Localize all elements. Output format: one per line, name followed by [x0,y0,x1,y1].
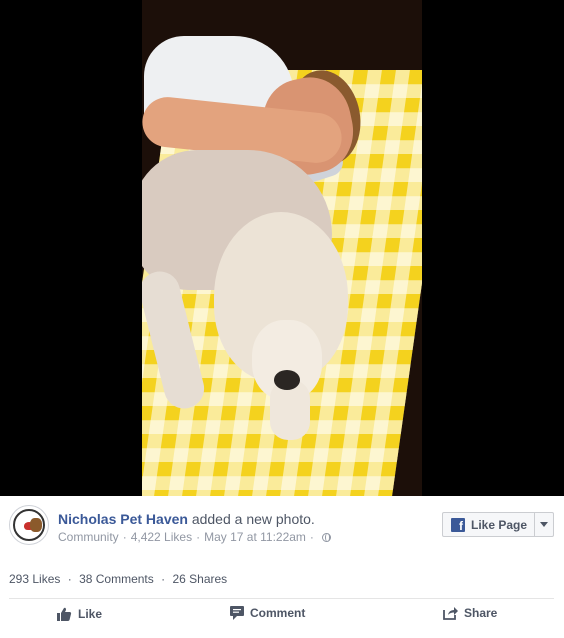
page-name-link[interactable]: Nicholas Pet Haven [58,511,188,527]
meta-separator: · [196,530,201,544]
globe-icon[interactable] [321,532,331,542]
stats-separator: · [67,572,72,586]
share-icon [443,607,458,620]
avatar-dog-icon [30,518,42,532]
post-meta: Community · 4,422 Likes · May 17 at 11:2… [58,530,331,544]
comment-icon [230,606,244,620]
share-label: Share [464,606,498,620]
page-category: Community [58,530,119,544]
thumbs-up-icon [57,607,72,621]
post-timestamp[interactable]: May 17 at 11:22am [204,530,306,544]
meta-separator: · [309,530,314,544]
chevron-down-icon [540,522,548,527]
like-page-dropdown[interactable] [535,513,553,536]
comment-button[interactable]: Comment [230,606,305,620]
comment-label: Comment [250,606,306,620]
post-likes-count[interactable]: 293 Likes [9,572,60,586]
photo-dog-nose [274,370,300,390]
post-shares-count[interactable]: 26 Shares [172,572,227,586]
page-avatar[interactable] [9,505,49,545]
like-page-label: Like Page [471,517,528,532]
post-title-line: Nicholas Pet Haven added a new photo. [58,511,315,527]
page-likes-count: 4,422 Likes [130,530,193,544]
like-page-main[interactable]: f Like Page [443,513,535,536]
post-action-text: added a new photo. [191,511,315,527]
stats-separator: · [161,572,166,586]
like-page-button[interactable]: f Like Page [442,512,554,537]
like-button[interactable]: Like [56,606,102,622]
post-photo-container[interactable] [0,0,564,496]
post-actions: Like Comment Share [0,606,564,634]
share-button[interactable]: Share [443,606,497,620]
post-stats: 293 Likes · 38 Comments · 26 Shares [9,572,227,586]
like-label: Like [78,607,103,621]
post-comments-count[interactable]: 38 Comments [79,572,154,586]
facebook-icon: f [451,517,465,532]
post-photo[interactable] [142,0,422,496]
actions-divider [9,598,554,599]
meta-separator: · [122,530,127,544]
